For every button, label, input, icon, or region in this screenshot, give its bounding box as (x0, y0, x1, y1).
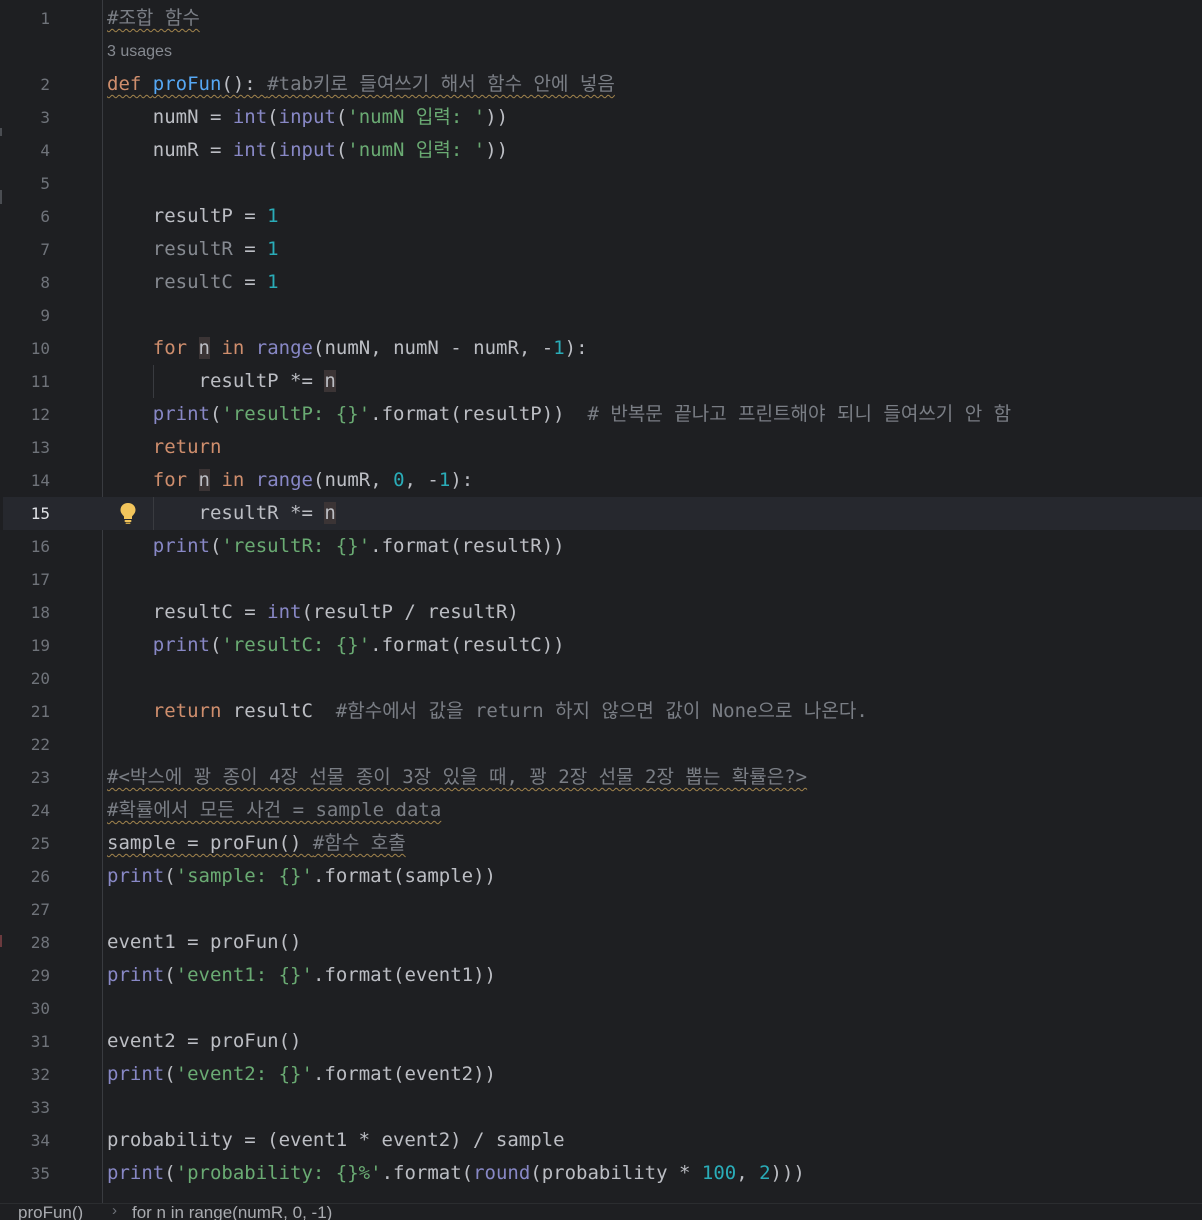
line-number: 9 (40, 306, 50, 325)
line-number: 22 (30, 735, 50, 754)
code-line[interactable]: for n in range(numR, 0, -1): (107, 464, 473, 497)
line-number: 15 (30, 504, 50, 523)
line-number: 25 (30, 834, 50, 853)
line-number: 14 (30, 471, 50, 490)
breadcrumb-separator: › (112, 1203, 117, 1219)
line-number: 18 (30, 603, 50, 622)
code-line[interactable]: numN = int(input('numN 입력: ')) (107, 101, 508, 134)
code-line[interactable]: for n in range(numN, numN - numR, -1): (107, 332, 588, 365)
code-line[interactable]: print('event1: {}'.format(event1)) (107, 959, 496, 992)
line-number: 30 (30, 999, 50, 1018)
gutter-divider (102, 0, 103, 1203)
line-number: 10 (30, 339, 50, 358)
code-line[interactable]: probability = (event1 * event2) / sample (107, 1124, 565, 1157)
code-line[interactable]: def proFun(): #tab키로 들여쓰기 해서 함수 안에 넣음 (107, 68, 615, 101)
line-number: 26 (30, 867, 50, 886)
line-number: 23 (30, 768, 50, 787)
code-line[interactable]: sample = proFun() #함수 호출 (107, 827, 406, 860)
line-number: 34 (30, 1131, 50, 1150)
line-number: 17 (30, 570, 50, 589)
code-line[interactable]: event2 = proFun() (107, 1025, 301, 1058)
code-line[interactable]: print('event2: {}'.format(event2)) (107, 1058, 496, 1091)
line-number: 6 (40, 207, 50, 226)
code-line[interactable]: #<박스에 꽝 종이 4장 선물 종이 3장 있을 때, 꽝 2장 선물 2장 … (107, 761, 807, 794)
code-line[interactable]: resultC = int(resultP / resultR) (107, 596, 519, 629)
line-number: 5 (40, 174, 50, 193)
line-number: 1 (40, 9, 50, 28)
code-line[interactable]: resultC = 1 (107, 266, 279, 299)
line-number: 3 (40, 108, 50, 127)
code-line[interactable]: resultP = 1 (107, 200, 279, 233)
line-number: 2 (40, 75, 50, 94)
line-number: 12 (30, 405, 50, 424)
code-line[interactable]: print('probability: {}%'.format(round(pr… (107, 1157, 805, 1190)
line-number: 20 (30, 669, 50, 688)
line-number: 28 (30, 933, 50, 952)
line-number: 19 (30, 636, 50, 655)
line-number: 8 (40, 273, 50, 292)
line-number: 29 (30, 966, 50, 985)
line-number: 33 (30, 1098, 50, 1117)
code-line[interactable]: #조합 함수 (107, 2, 200, 35)
code-line[interactable]: return (107, 431, 222, 464)
code-line[interactable]: print('resultC: {}'.format(resultC)) (107, 629, 565, 662)
code-line[interactable]: resultR *= n (107, 497, 336, 530)
code-line[interactable]: numR = int(input('numN 입력: ')) (107, 134, 508, 167)
code-line[interactable]: event1 = proFun() (107, 926, 301, 959)
line-number: 24 (30, 801, 50, 820)
line-number: 21 (30, 702, 50, 721)
line-number: 4 (40, 141, 50, 160)
line-number: 31 (30, 1032, 50, 1051)
line-number: 16 (30, 537, 50, 556)
line-number: 35 (30, 1164, 50, 1183)
lightbulb-icon[interactable] (118, 501, 138, 525)
line-number: 32 (30, 1065, 50, 1084)
code-line[interactable]: print('resultP: {}'.format(resultP)) # 반… (107, 398, 1011, 431)
code-line[interactable]: return resultC #함수에서 값을 return 하지 않으면 값이… (107, 695, 868, 728)
code-line[interactable]: print('resultR: {}'.format(resultR)) (107, 530, 565, 563)
line-number: 7 (40, 240, 50, 259)
code-line[interactable]: #확률에서 모든 사건 = sample data (107, 794, 441, 827)
code-line[interactable]: resultP *= n (107, 365, 336, 398)
code-line[interactable]: resultR = 1 (107, 233, 279, 266)
line-number: 11 (30, 372, 50, 391)
breadcrumb-item-loop[interactable]: for n in range(numR, 0, -1) (132, 1204, 332, 1220)
breadcrumb-bar: proFun() › for n in range(numR, 0, -1) (0, 1203, 1202, 1220)
line-number: 13 (30, 438, 50, 457)
line-number: 27 (30, 900, 50, 919)
usages-hint[interactable]: 3 usages (107, 35, 172, 68)
code-editor[interactable]: 1 #조합 함수 2 def proFun(): #tab키로 들여쓰기 해서 함수 … (0, 0, 1202, 1203)
breadcrumb-item-function[interactable]: proFun() (18, 1204, 83, 1220)
code-line[interactable]: print('sample: {}'.format(sample)) (107, 860, 496, 893)
